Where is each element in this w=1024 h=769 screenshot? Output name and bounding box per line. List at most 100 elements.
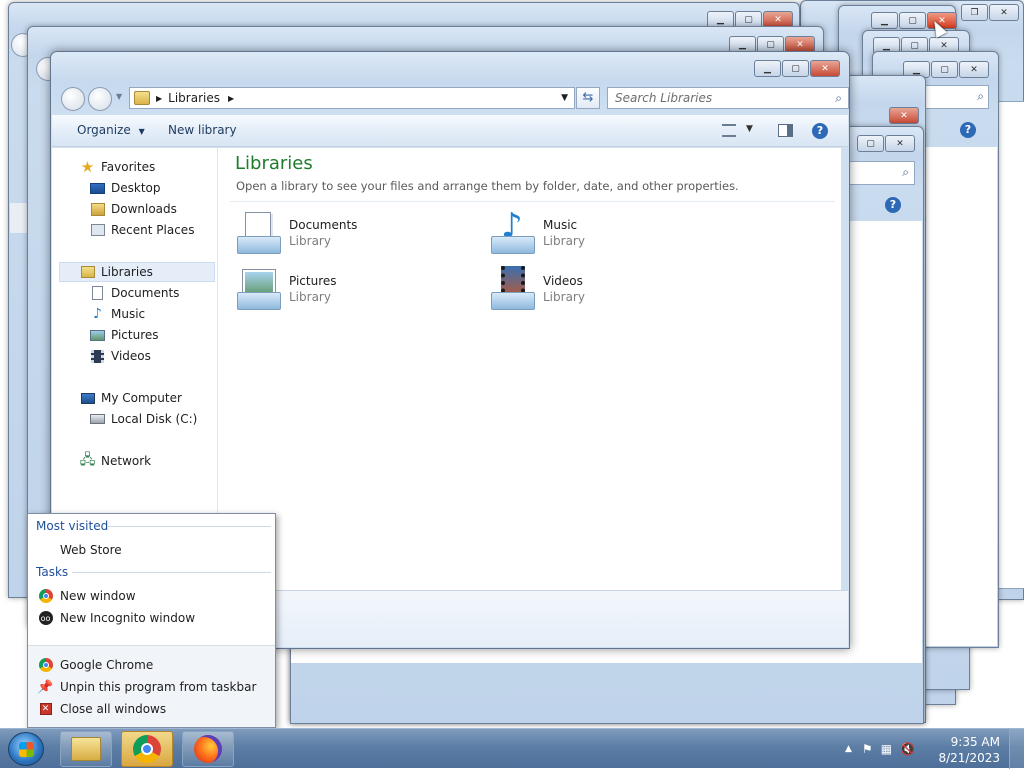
nav-music-label: Music bbox=[111, 307, 146, 321]
documents-icon bbox=[89, 286, 106, 301]
page-subtitle: Open a library to see your files and arr… bbox=[236, 179, 739, 193]
minimize-button[interactable]: ▁ bbox=[754, 60, 781, 77]
taskbar-firefox[interactable] bbox=[182, 731, 234, 767]
music-library-icon: ♪ bbox=[489, 206, 537, 258]
library-videos[interactable]: Videos Library bbox=[489, 266, 719, 316]
network-status-icon[interactable]: ▦ bbox=[881, 742, 892, 756]
content-pane: Libraries Open a library to see your fil… bbox=[218, 148, 841, 590]
library-type: Library bbox=[543, 234, 585, 248]
nav-recent-places[interactable]: Recent Places bbox=[89, 220, 194, 240]
jump-item-label: New window bbox=[60, 589, 136, 603]
address-dropdown-icon[interactable]: ▼ bbox=[561, 93, 568, 103]
action-center-flag-icon[interactable]: ⚑ bbox=[862, 742, 873, 756]
library-documents[interactable]: Documents Library bbox=[235, 210, 465, 260]
jump-item-google-chrome[interactable]: Google Chrome bbox=[38, 655, 153, 675]
restore-button[interactable]: ❐ bbox=[961, 4, 988, 21]
pictures-library-icon bbox=[235, 266, 283, 314]
library-type: Library bbox=[543, 290, 585, 304]
search-icon[interactable]: ⌕ bbox=[902, 165, 909, 180]
minimize-button[interactable]: ▁ bbox=[871, 12, 898, 29]
new-library-button[interactable]: New library bbox=[168, 123, 237, 137]
star-icon: ★ bbox=[80, 158, 95, 176]
close-button[interactable]: ✕ bbox=[889, 107, 919, 124]
nav-downloads-label: Downloads bbox=[111, 202, 177, 216]
nav-local-disk[interactable]: Local Disk (C:) bbox=[89, 409, 197, 429]
organize-button[interactable]: Organize ▼ bbox=[77, 123, 145, 137]
back-button[interactable] bbox=[61, 87, 85, 111]
search-icon[interactable]: ⌕ bbox=[977, 89, 984, 104]
search-icon[interactable]: ⌕ bbox=[835, 88, 842, 108]
help-icon[interactable]: ? bbox=[885, 197, 901, 213]
close-button[interactable]: ✕ bbox=[810, 60, 840, 77]
chevron-down-icon[interactable]: ▼ bbox=[746, 124, 753, 134]
command-bar: Organize ▼ New library ▼ ? bbox=[52, 115, 848, 147]
nav-videos[interactable]: Videos bbox=[89, 346, 151, 366]
taskbar-chrome[interactable] bbox=[121, 731, 173, 767]
close-button[interactable]: ✕ bbox=[885, 135, 915, 152]
desktop-icon bbox=[89, 181, 106, 196]
close-button[interactable]: ✕ bbox=[959, 61, 989, 78]
taskbar: ▲ ⚑ ▦ 🔇 9:35 AM 8/21/2023 bbox=[0, 728, 1024, 769]
maximize-button[interactable]: ▢ bbox=[782, 60, 809, 77]
breadcrumb-separator-icon[interactable]: ▶ bbox=[156, 94, 162, 103]
library-type: Library bbox=[289, 234, 331, 248]
nav-documents[interactable]: Documents bbox=[89, 283, 179, 303]
show-hidden-icons-icon[interactable]: ▲ bbox=[845, 744, 852, 754]
nav-local-disk-label: Local Disk (C:) bbox=[111, 412, 198, 426]
hard-disk-icon bbox=[89, 412, 106, 427]
nav-pictures[interactable]: Pictures bbox=[89, 325, 159, 345]
nav-recent-places-label: Recent Places bbox=[111, 223, 195, 237]
volume-muted-icon[interactable]: 🔇 bbox=[900, 742, 915, 756]
forward-button[interactable] bbox=[88, 87, 112, 111]
view-options-icon[interactable] bbox=[722, 124, 736, 137]
breadcrumb-separator-icon[interactable]: ▶ bbox=[228, 94, 234, 103]
windows-logo-icon bbox=[19, 742, 34, 757]
search-input[interactable]: Search Libraries ⌕ bbox=[607, 87, 849, 109]
nav-pictures-label: Pictures bbox=[111, 328, 159, 342]
refresh-button[interactable]: ⇆ bbox=[576, 87, 600, 109]
nav-videos-label: Videos bbox=[111, 349, 151, 363]
taskbar-explorer[interactable] bbox=[60, 731, 112, 767]
clock[interactable]: 9:35 AM 8/21/2023 bbox=[938, 734, 1000, 766]
help-icon[interactable]: ? bbox=[812, 123, 828, 139]
nav-desktop[interactable]: Desktop bbox=[89, 178, 161, 198]
jump-item-new-incognito-window[interactable]: oo New Incognito window bbox=[38, 608, 195, 628]
library-name: Documents bbox=[289, 218, 358, 232]
nav-favorites[interactable]: ★ Favorites bbox=[79, 157, 155, 177]
film-strip-icon bbox=[89, 349, 106, 364]
nav-my-computer-label: My Computer bbox=[101, 391, 182, 405]
help-icon[interactable]: ? bbox=[960, 122, 976, 138]
maximize-button[interactable]: ▢ bbox=[931, 61, 958, 78]
jump-item-close-all-windows[interactable]: ✕ Close all windows bbox=[38, 699, 166, 719]
nav-network[interactable]: 🖧 Network bbox=[79, 451, 151, 471]
jump-item-label: Unpin this program from taskbar bbox=[60, 680, 257, 694]
nav-libraries[interactable]: Libraries bbox=[59, 262, 215, 282]
nav-network-label: Network bbox=[101, 454, 152, 468]
divider bbox=[72, 572, 271, 573]
start-button[interactable] bbox=[8, 732, 44, 766]
maximize-button[interactable]: ▢ bbox=[899, 12, 926, 29]
unpin-icon: 📌 bbox=[37, 679, 54, 695]
nav-my-computer[interactable]: My Computer bbox=[79, 388, 182, 408]
show-desktop-button[interactable] bbox=[1009, 729, 1024, 769]
close-button[interactable]: ✕ bbox=[989, 4, 1019, 21]
library-name: Videos bbox=[543, 274, 583, 288]
organize-label: Organize bbox=[77, 123, 131, 137]
notification-area: ▲ ⚑ ▦ 🔇 bbox=[845, 729, 915, 769]
nav-downloads[interactable]: Downloads bbox=[89, 199, 177, 219]
jump-item-web-store[interactable]: Web Store bbox=[38, 540, 122, 560]
library-music[interactable]: ♪ Music Library bbox=[489, 206, 719, 260]
divider bbox=[230, 201, 835, 202]
address-bar[interactable]: ▶ Libraries ▶ ▼ bbox=[129, 87, 575, 109]
jump-item-new-window[interactable]: New window bbox=[38, 586, 136, 606]
preview-pane-icon[interactable] bbox=[778, 124, 793, 137]
recent-pages-dropdown-icon[interactable]: ▼ bbox=[116, 92, 122, 101]
nav-music[interactable]: ♪ Music bbox=[89, 304, 145, 324]
jump-item-unpin[interactable]: 📌 Unpin this program from taskbar bbox=[37, 677, 257, 697]
page-title: Libraries bbox=[235, 153, 313, 174]
library-name: Pictures bbox=[289, 274, 337, 288]
breadcrumb-libraries[interactable]: Libraries bbox=[168, 91, 220, 105]
recent-places-icon bbox=[89, 223, 106, 238]
library-pictures[interactable]: Pictures Library bbox=[235, 266, 465, 316]
maximize-button[interactable]: ▢ bbox=[857, 135, 884, 152]
